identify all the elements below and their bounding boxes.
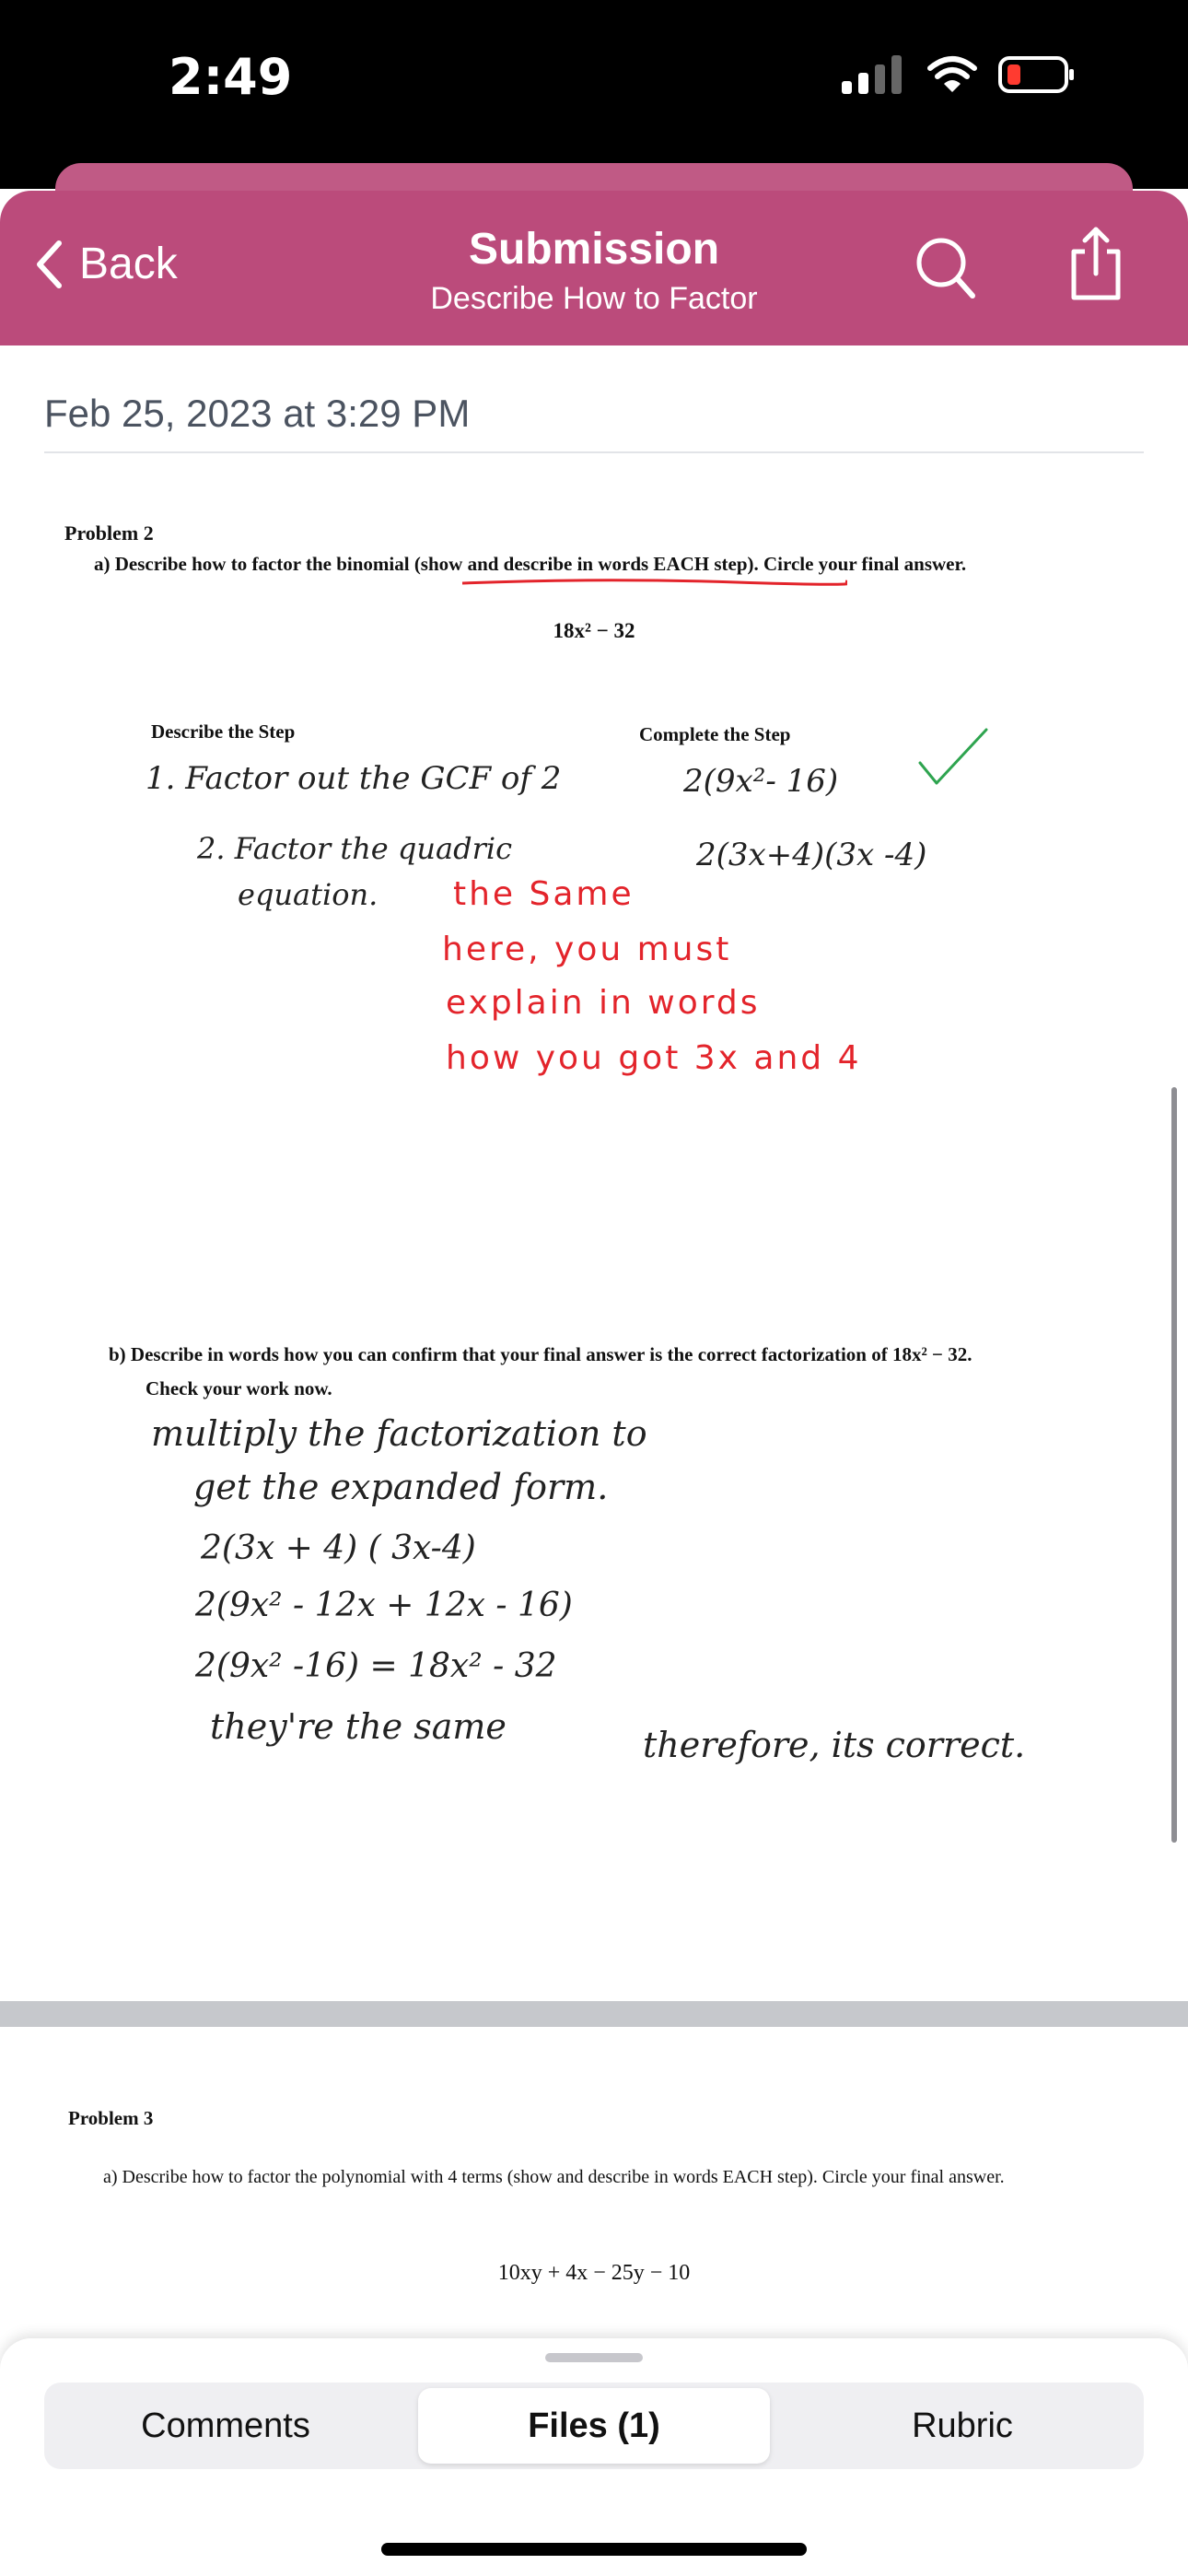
checkmark-icon — [918, 728, 988, 785]
search-button[interactable] — [912, 233, 978, 308]
page-separator — [0, 2001, 1188, 2027]
answer-line7: therefore, its correct. — [643, 1725, 1026, 1765]
problem3-part-a: a) Describe how to factor the polynomial… — [103, 2167, 1005, 2187]
describe-step-header: Describe the Step — [151, 720, 296, 743]
step1-complete: 2(9x²- 16) — [683, 763, 839, 800]
tab-rubric[interactable]: Rubric — [786, 2388, 1138, 2464]
answer-line1: multiply the factorization to — [151, 1413, 647, 1454]
tab-comments[interactable]: Comments — [50, 2388, 402, 2464]
step2-describe-line1: 2. Factor the quadric — [197, 831, 513, 866]
teacher-comment-line1: the Same — [453, 875, 635, 913]
answer-line5: 2(9x² -16) = 18x² - 32 — [195, 1647, 557, 1685]
underline-mark — [461, 579, 847, 586]
part-b-line1: b) Describe in words how you can confirm… — [109, 1343, 973, 1365]
submitted-document[interactable]: Problem 2 a) Describe how to factor the … — [0, 461, 1188, 2008]
search-icon — [916, 238, 975, 299]
status-bar: 2:49 — [0, 0, 1188, 189]
battery-low-icon — [998, 56, 1074, 93]
teacher-comment-line2: here, you must — [442, 931, 732, 968]
header-subtitle: Describe How to Factor — [430, 281, 758, 316]
cellular-signal-icon — [842, 55, 902, 94]
sheet-grabber[interactable] — [545, 2353, 643, 2362]
home-indicator[interactable] — [381, 2543, 807, 2556]
segmented-tabs: Comments Files (1) Rubric — [44, 2383, 1144, 2469]
scroll-indicator[interactable] — [1171, 1087, 1177, 1843]
problem2-expression: 18x² − 32 — [553, 619, 635, 642]
step1-describe: 1. Factor out the GCF of 2 — [146, 760, 562, 797]
submission-date: Feb 25, 2023 at 3:29 PM — [44, 392, 471, 435]
header: Back Submission Describe How to Factor — [0, 191, 1188, 345]
teacher-comment-line3: explain in words — [446, 984, 761, 1022]
problem3-expression: 10xy + 4x − 25y − 10 — [497, 2261, 691, 2285]
step2-describe-line2: equation. — [238, 877, 379, 912]
status-icons — [842, 55, 1076, 94]
problem2-part-a: a) Describe how to factor the binomial (… — [94, 553, 967, 575]
part-b-line2: Check your work now. — [146, 1377, 332, 1399]
status-time: 2:49 — [169, 48, 293, 106]
answer-line4: 2(9x² - 12x + 12x - 16) — [195, 1587, 573, 1624]
teacher-comment-line4: how you got 3x and 4 — [446, 1039, 862, 1077]
bottom-sheet: Comments Files (1) Rubric — [0, 2338, 1188, 2576]
share-icon — [1071, 227, 1121, 300]
answer-line3: 2(3x + 4) ( 3x-4) — [201, 1529, 476, 1567]
divider — [44, 451, 1144, 453]
header-title: Submission — [468, 225, 720, 274]
share-button[interactable] — [1066, 224, 1125, 308]
tab-files[interactable]: Files (1) — [418, 2388, 770, 2464]
answer-line6: they're the same — [210, 1706, 507, 1747]
answer-line2: get the expanded form. — [193, 1467, 609, 1507]
problem3-label: Problem 3 — [68, 2107, 154, 2129]
wifi-icon — [927, 56, 977, 92]
complete-step-header: Complete the Step — [639, 723, 791, 745]
problem2-label: Problem 2 — [64, 521, 154, 544]
step2-complete: 2(3x+4)(3x -4) — [696, 837, 927, 873]
